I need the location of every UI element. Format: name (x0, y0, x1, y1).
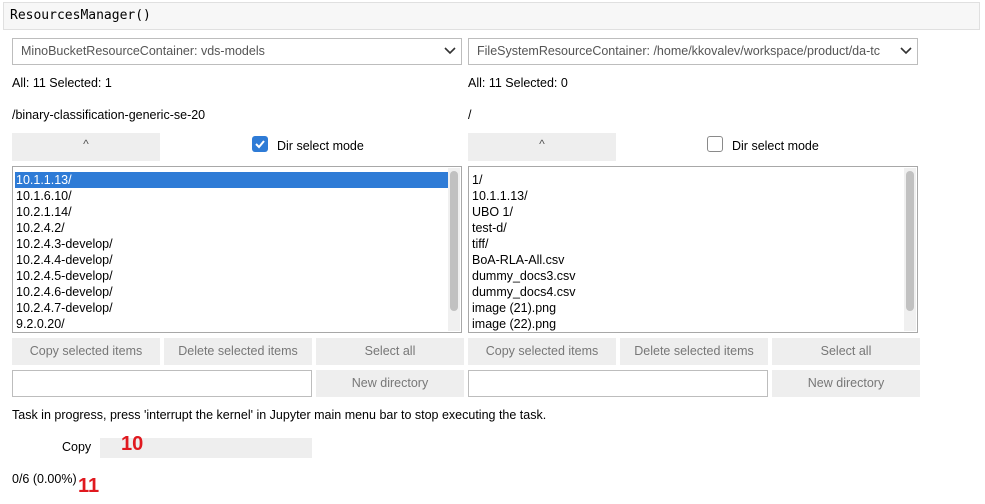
left-container-select-value: MinoBucketResourceContainer: vds-models (21, 44, 265, 58)
task-message: Task in progress, press 'interrupt the k… (12, 408, 547, 422)
list-item[interactable]: 10.1.6.10/ (15, 188, 72, 204)
list-item[interactable]: image (21).png (471, 300, 556, 316)
right-copy-button[interactable]: Copy selected items (468, 338, 616, 365)
list-item[interactable]: 10.2.4.2/ (15, 220, 65, 236)
annotation-mark-11: 11 (78, 475, 100, 497)
right-path: / (468, 108, 472, 122)
right-select-all-button[interactable]: Select all (772, 338, 920, 365)
chevron-down-icon (900, 47, 912, 55)
right-container-select-value: FileSystemResourceContainer: /home/kkova… (477, 44, 880, 58)
left-copy-button[interactable]: Copy selected items (12, 338, 160, 365)
right-new-dir-button[interactable]: New directory (772, 370, 920, 397)
list-item[interactable]: dummy_docs3.csv (471, 268, 576, 284)
left-path: /binary-classification-generic-se-20 (12, 108, 206, 122)
list-item[interactable]: 9.2.0.20/ (15, 316, 65, 332)
right-delete-button[interactable]: Delete selected items (620, 338, 768, 365)
list-item[interactable]: tiff/ (471, 236, 488, 252)
code-cell[interactable]: ResourcesManager() (3, 2, 980, 30)
list-item[interactable]: BoA-RLA-All.csv (471, 252, 564, 268)
list-item[interactable]: UBO 1/ (471, 204, 513, 220)
right-counts: All: 11 Selected: 0 (468, 76, 568, 90)
checkbox-checked-icon (252, 136, 268, 152)
right-file-list[interactable]: 1/ 10.1.1.13/ UBO 1/ test-d/ tiff/ BoA-R… (468, 166, 918, 333)
code-cell-text: ResourcesManager() (10, 8, 151, 23)
list-item[interactable]: 1/ (471, 172, 482, 188)
right-list-scrollbar[interactable] (904, 168, 916, 331)
right-new-dir-input[interactable] (468, 370, 768, 397)
left-container-select[interactable]: MinoBucketResourceContainer: vds-models (12, 38, 462, 65)
list-item[interactable]: dummy_docs4.csv (471, 284, 576, 300)
left-file-list[interactable]: 10.1.1.13/ 10.1.6.10/ 10.2.1.14/ 10.2.4.… (12, 166, 462, 333)
left-delete-button[interactable]: Delete selected items (164, 338, 312, 365)
left-select-all-button[interactable]: Select all (316, 338, 464, 365)
progress-text: 0/6 (0.00%) (12, 472, 77, 486)
list-item[interactable]: 10.2.4.5-develop/ (15, 268, 113, 284)
right-up-button[interactable]: ^ (468, 133, 616, 161)
list-item[interactable]: image (22).png (471, 316, 556, 332)
right-dir-select-checkbox[interactable]: Dir select mode (707, 136, 837, 156)
checkbox-unchecked-icon (707, 136, 723, 152)
list-item[interactable]: 10.2.4.4-develop/ (15, 252, 113, 268)
list-item[interactable]: test-d/ (471, 220, 507, 236)
left-counts: All: 11 Selected: 1 (12, 76, 112, 90)
list-item[interactable]: 10.1.1.13/ (471, 188, 528, 204)
list-item[interactable]: 10.1.1.13/ (15, 172, 450, 188)
left-dir-select-label: Dir select mode (277, 139, 364, 153)
left-up-button[interactable]: ^ (12, 133, 160, 161)
progress-label: Copy (62, 440, 92, 454)
right-dir-select-label: Dir select mode (732, 139, 819, 153)
chevron-down-icon (444, 47, 456, 55)
list-item[interactable]: 10.2.4.3-develop/ (15, 236, 113, 252)
left-list-scrollbar[interactable] (448, 168, 460, 331)
left-new-dir-button[interactable]: New directory (316, 370, 464, 397)
left-dir-select-checkbox[interactable]: Dir select mode (252, 136, 382, 156)
checkmark-icon (255, 140, 265, 149)
left-new-dir-input[interactable] (12, 370, 312, 397)
list-item[interactable]: 10.2.4.7-develop/ (15, 300, 113, 316)
list-item[interactable]: 10.2.4.6-develop/ (15, 284, 113, 300)
annotation-mark-10: 10 (121, 433, 144, 455)
list-item[interactable]: 10.2.1.14/ (15, 204, 72, 220)
right-container-select[interactable]: FileSystemResourceContainer: /home/kkova… (468, 38, 918, 65)
scrollbar-thumb[interactable] (450, 171, 458, 311)
scrollbar-thumb[interactable] (906, 171, 914, 311)
